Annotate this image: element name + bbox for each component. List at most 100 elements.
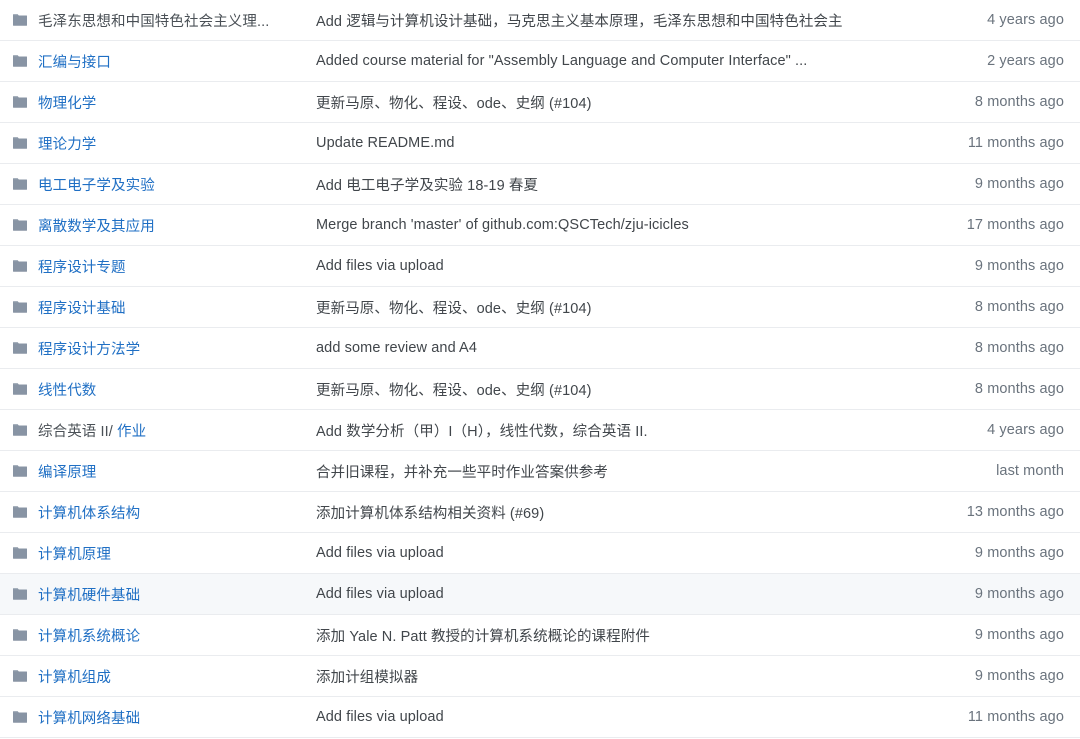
folder-icon: [12, 709, 28, 725]
commit-message[interactable]: Update README.md: [304, 135, 914, 151]
file-name-cell: 计算机组成: [12, 666, 304, 687]
commit-age: 13 months ago: [966, 504, 1064, 520]
table-row[interactable]: 程序设计专题 Add files via upload 9 months ago: [0, 246, 1080, 287]
table-row[interactable]: 物理化学 更新马原、物化、程设、ode、史纲 (#104) 8 months ago: [0, 82, 1080, 123]
file-name-cell: 编译原理: [12, 461, 304, 482]
folder-icon: [12, 299, 28, 315]
folder-name-link[interactable]: 程序设计专题: [38, 256, 126, 277]
commit-message[interactable]: Add files via upload: [304, 545, 914, 561]
repository-file-list: 毛泽东思想和中国特色社会主义理... Add 逻辑与计算机设计基础，马克思主义基本…: [0, 0, 1080, 738]
commit-message[interactable]: 合并旧课程，并补充一些平时作业答案供参考: [304, 461, 914, 482]
table-row[interactable]: 汇编与接口 Added course material for "Assembly…: [0, 41, 1080, 82]
commit-message[interactable]: Add 逻辑与计算机设计基础，马克思主义基本原理，毛泽东思想和中国特色社会主: [304, 10, 914, 31]
commit-message[interactable]: 更新马原、物化、程设、ode、史纲 (#104): [304, 297, 914, 318]
folder-name-link[interactable]: 综合英语 II/ 作业: [38, 420, 146, 441]
folder-name-link[interactable]: 计算机网络基础: [38, 707, 140, 728]
folder-icon: [12, 340, 28, 356]
commit-message[interactable]: Add 电工电子学及实验 18-19 春夏: [304, 174, 914, 195]
commit-message[interactable]: Add files via upload: [304, 709, 914, 725]
table-row[interactable]: 电工电子学及实验 Add 电工电子学及实验 18-19 春夏 9 months ag…: [0, 164, 1080, 205]
commit-age: 8 months ago: [974, 94, 1064, 110]
folder-icon: [12, 422, 28, 438]
table-row[interactable]: 编译原理 合并旧课程，并补充一些平时作业答案供参考 last month: [0, 451, 1080, 492]
folder-name-suffix-link[interactable]: 作业: [117, 424, 146, 440]
commit-message[interactable]: 添加计组模拟器: [304, 666, 914, 687]
folder-name-prefix: 综合英语 II/: [38, 423, 118, 440]
table-row[interactable]: 综合英语 II/ 作业 Add 数学分析（甲）I（H），线性代数，综合英语 II.…: [0, 410, 1080, 451]
table-row[interactable]: 毛泽东思想和中国特色社会主义理... Add 逻辑与计算机设计基础，马克思主义基本…: [0, 0, 1080, 41]
folder-name-link[interactable]: 程序设计基础: [38, 297, 126, 318]
commit-age: 2 years ago: [987, 53, 1064, 69]
commit-age: 9 months ago: [974, 258, 1064, 274]
folder-name-link[interactable]: 计算机组成: [38, 666, 111, 687]
file-name-cell: 计算机原理: [12, 543, 304, 564]
commit-message[interactable]: add some review and A4: [304, 340, 914, 356]
table-row[interactable]: 计算机体系结构 添加计算机体系结构相关资料 (#69) 13 months ago: [0, 492, 1080, 533]
folder-icon: [12, 94, 28, 110]
commit-age: 8 months ago: [974, 381, 1064, 397]
folder-icon: [12, 504, 28, 520]
table-row[interactable]: 理论力学 Update README.md 11 months ago: [0, 123, 1080, 164]
folder-name-link[interactable]: 程序设计方法学: [38, 338, 140, 359]
file-name-cell: 电工电子学及实验: [12, 174, 304, 195]
table-row[interactable]: 计算机组成 添加计组模拟器 9 months ago: [0, 656, 1080, 697]
commit-message[interactable]: Add files via upload: [304, 586, 914, 602]
commit-age: 11 months ago: [967, 709, 1064, 725]
folder-name-link[interactable]: 毛泽东思想和中国特色社会主义理...: [38, 10, 269, 31]
folder-name-link[interactable]: 计算机体系结构: [38, 502, 140, 523]
file-name-cell: 毛泽东思想和中国特色社会主义理...: [12, 10, 304, 31]
commit-message[interactable]: Add files via upload: [304, 258, 914, 274]
folder-name-link[interactable]: 计算机系统概论: [38, 625, 140, 646]
file-name-cell: 程序设计方法学: [12, 338, 304, 359]
commit-age: 9 months ago: [974, 176, 1064, 192]
commit-message[interactable]: 添加 Yale N. Patt 教授的计算机系统概论的课程附件: [304, 625, 914, 646]
folder-icon: [12, 53, 28, 69]
table-row[interactable]: 程序设计基础 更新马原、物化、程设、ode、史纲 (#104) 8 months a…: [0, 287, 1080, 328]
folder-icon: [12, 217, 28, 233]
file-name-cell: 程序设计专题: [12, 256, 304, 277]
table-row[interactable]: 计算机网络基础 Add files via upload 11 months ago: [0, 697, 1080, 738]
commit-message[interactable]: Merge branch 'master' of github.com:QSCT…: [304, 217, 914, 233]
commit-age: 4 years ago: [987, 12, 1064, 28]
folder-icon: [12, 627, 28, 643]
commit-age: 8 months ago: [974, 340, 1064, 356]
folder-name-link[interactable]: 物理化学: [38, 92, 96, 113]
folder-name-link[interactable]: 汇编与接口: [38, 51, 111, 72]
folder-icon: [12, 381, 28, 397]
commit-age: 17 months ago: [966, 217, 1064, 233]
commit-age: 9 months ago: [974, 668, 1064, 684]
folder-name-link[interactable]: 编译原理: [38, 461, 96, 482]
folder-icon: [12, 545, 28, 561]
file-name-cell: 计算机网络基础: [12, 707, 304, 728]
folder-icon: [12, 668, 28, 684]
commit-message[interactable]: Add 数学分析（甲）I（H），线性代数，综合英语 II.: [304, 420, 914, 441]
table-row[interactable]: 计算机硬件基础 Add files via upload 9 months ago: [0, 574, 1080, 615]
folder-name-link[interactable]: 离散数学及其应用: [38, 215, 155, 236]
folder-icon: [12, 258, 28, 274]
folder-name-link[interactable]: 理论力学: [38, 133, 96, 154]
file-name-cell: 程序设计基础: [12, 297, 304, 318]
table-row[interactable]: 离散数学及其应用 Merge branch 'master' of github.…: [0, 205, 1080, 246]
file-name-cell: 综合英语 II/ 作业: [12, 420, 304, 441]
commit-message[interactable]: 更新马原、物化、程设、ode、史纲 (#104): [304, 92, 914, 113]
file-name-cell: 计算机系统概论: [12, 625, 304, 646]
file-name-cell: 理论力学: [12, 133, 304, 154]
folder-name-link[interactable]: 电工电子学及实验: [38, 174, 155, 195]
commit-age: 9 months ago: [974, 545, 1064, 561]
commit-age: last month: [996, 463, 1064, 479]
table-row[interactable]: 程序设计方法学 add some review and A4 8 months ag…: [0, 328, 1080, 369]
commit-message[interactable]: 添加计算机体系结构相关资料 (#69): [304, 502, 914, 523]
table-row[interactable]: 计算机系统概论 添加 Yale N. Patt 教授的计算机系统概论的课程附件 9 …: [0, 615, 1080, 656]
folder-name-link[interactable]: 计算机硬件基础: [38, 584, 140, 605]
file-name-cell: 物理化学: [12, 92, 304, 113]
folder-name-link[interactable]: 计算机原理: [38, 543, 111, 564]
folder-name-link[interactable]: 线性代数: [38, 379, 96, 400]
folder-icon: [12, 586, 28, 602]
file-name-cell: 离散数学及其应用: [12, 215, 304, 236]
commit-message[interactable]: Added course material for "Assembly Lang…: [304, 53, 914, 69]
commit-age: 11 months ago: [967, 135, 1064, 151]
table-row[interactable]: 线性代数 更新马原、物化、程设、ode、史纲 (#104) 8 months ago: [0, 369, 1080, 410]
commit-message[interactable]: 更新马原、物化、程设、ode、史纲 (#104): [304, 379, 914, 400]
commit-age: 9 months ago: [974, 586, 1064, 602]
table-row[interactable]: 计算机原理 Add files via upload 9 months ago: [0, 533, 1080, 574]
